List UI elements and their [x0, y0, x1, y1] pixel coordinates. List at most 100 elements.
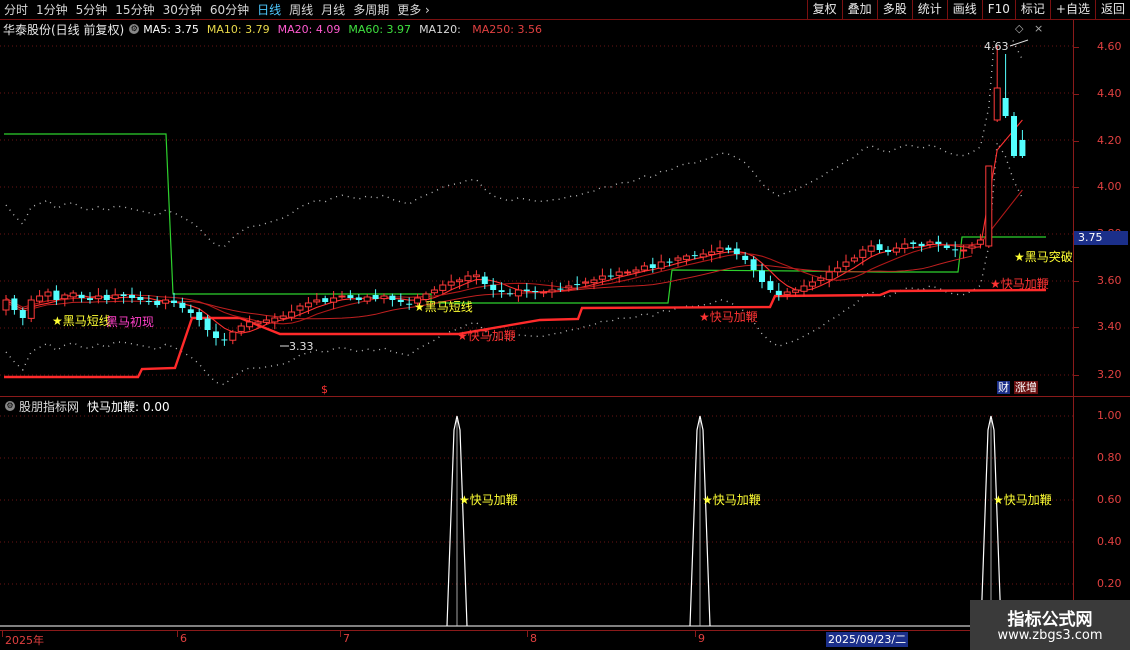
candle-body-down: [389, 295, 396, 300]
candle-body-up: [985, 165, 993, 247]
tool-button-4[interactable]: 画线: [946, 0, 982, 20]
main-chart[interactable]: 4.633.33★黑马短线黑马初现★黑马短线★快马加鞭★快马加鞭★快马加鞭★黑马…: [0, 38, 1073, 396]
period-tab-4[interactable]: 30分钟: [159, 0, 206, 20]
diamond-icon[interactable]: ◇: [1015, 22, 1023, 35]
candle-body-up: [430, 289, 438, 294]
candle-body-down: [347, 295, 354, 298]
signal-heima-short: ★黑马短线: [52, 314, 111, 328]
settings-icon[interactable]: ⚙: [129, 24, 140, 34]
candle-body-up: [632, 269, 640, 273]
candle-body-down: [137, 296, 144, 300]
candle-body-up: [540, 291, 548, 294]
candle-body-down: [481, 276, 488, 284]
candle-body-down: [397, 299, 404, 302]
candle-body-up: [229, 331, 237, 341]
lower-band-dots: [5, 140, 1024, 386]
candle-body-down: [691, 255, 698, 257]
stock-title[interactable]: 华泰股份(日线 前复权): [3, 21, 124, 38]
candle-body-down: [221, 339, 228, 341]
period-tab-8[interactable]: 月线: [317, 0, 349, 20]
period-tab-3[interactable]: 15分钟: [111, 0, 158, 20]
price-label: 3.60: [1097, 274, 1122, 287]
candle-body-down: [322, 298, 329, 302]
candle-body-up: [960, 249, 968, 252]
period-tab-9[interactable]: 多周期: [349, 0, 393, 20]
time-tick: [2, 631, 3, 637]
candle-body-up: [993, 87, 1001, 121]
candle-body-down: [87, 298, 93, 300]
candle-body-up: [859, 249, 867, 258]
price-label: 3.20: [1097, 368, 1122, 381]
candle-body-up: [624, 271, 632, 274]
candle-body-down: [196, 312, 203, 320]
candle-body-up: [246, 321, 254, 328]
price-tick: [1074, 327, 1079, 328]
candle-body-up: [976, 239, 984, 245]
candle-body-down: [750, 259, 757, 270]
candle-body-up: [456, 279, 464, 283]
candle-body-up: [674, 257, 682, 261]
indicator-axis-label: 0.60: [1097, 493, 1122, 506]
finance-badge[interactable]: 财: [997, 381, 1010, 394]
candle-body-up: [69, 292, 77, 298]
candle-body-up: [926, 241, 934, 245]
indicator-value: 快马加鞭: 0.00: [87, 399, 170, 414]
tool-button-7[interactable]: +自选: [1049, 0, 1095, 20]
ma-label-2: MA20: 4.09: [277, 22, 341, 36]
toolbar: 分时 1分钟 5分钟 15分钟 30分钟 60分钟 日线 周线 月线 多周期 更多 › 复权 叠加 多股…: [0, 0, 1130, 20]
candle-body-down: [129, 294, 135, 298]
candle-body-down: [11, 298, 18, 310]
time-tick: [177, 631, 178, 637]
indicator-name[interactable]: 股朋指标网: [19, 398, 79, 415]
tool-button-8[interactable]: 返回: [1094, 0, 1130, 20]
candle-body-down: [406, 303, 413, 305]
candle-body-up: [582, 281, 590, 284]
signal-kuaima: ★快马加鞭: [699, 310, 758, 324]
indicator-chart[interactable]: ★快马加鞭 ★快马加鞭 ★快马加鞭: [0, 414, 1073, 630]
watermark-title: 指标公式网: [1007, 610, 1093, 630]
indicator-settings-icon[interactable]: ⚙: [5, 401, 15, 411]
time-tick: [527, 631, 528, 637]
candle-body-up: [792, 289, 800, 293]
tool-button-1[interactable]: 叠加: [841, 0, 877, 20]
tool-button-6[interactable]: 标记: [1014, 0, 1050, 20]
candle-body-up: [708, 251, 716, 256]
candle-body-up: [682, 255, 690, 260]
tool-button-3[interactable]: 统计: [911, 0, 947, 20]
ma-label-1: MA10: 3.79: [206, 22, 270, 36]
candle-body-up: [548, 289, 556, 293]
close-icon[interactable]: ×: [1034, 22, 1043, 35]
indicator-axis-label: 1.00: [1097, 409, 1122, 422]
candle-body-up: [254, 321, 262, 325]
high-price-label: 4.63: [984, 40, 1009, 53]
candle-body-down: [725, 247, 732, 250]
info-bar: 华泰股份(日线 前复权) ⚙ MA5: 3.75 MA10: 3.79 MA20: …: [0, 20, 550, 38]
candle-body-down: [355, 297, 362, 300]
candle-body-down: [120, 294, 127, 296]
candle-body-down: [1019, 140, 1026, 156]
ma-label-0: MA5: 3.75: [143, 22, 199, 36]
candle-body-up: [867, 245, 875, 252]
period-tab-6[interactable]: 日线: [253, 0, 285, 20]
period-tab-0[interactable]: 分时: [0, 0, 32, 20]
period-tab-5[interactable]: 60分钟: [206, 0, 253, 20]
candle-body-up: [598, 275, 606, 280]
period-tab-10[interactable]: 更多 ›: [393, 0, 434, 20]
tool-button-0[interactable]: 复权: [806, 0, 842, 20]
period-tab-2[interactable]: 5分钟: [72, 0, 112, 20]
period-tab-1[interactable]: 1分钟: [32, 0, 72, 20]
tool-button-5[interactable]: F10: [981, 0, 1015, 20]
tool-button-2[interactable]: 多股: [876, 0, 912, 20]
period-tab-7[interactable]: 周线: [285, 0, 317, 20]
indicator-axis-label: 0.40: [1097, 535, 1122, 548]
price-label: 4.40: [1097, 87, 1122, 100]
candle-body-up: [162, 299, 170, 304]
candle-body-down: [759, 270, 765, 282]
selected-date: 2025/09/23/二: [826, 632, 909, 647]
candle-body-down: [78, 294, 85, 298]
candle-body-down: [767, 281, 774, 290]
time-label: 6: [180, 632, 187, 645]
indicator-axis-label: 0.20: [1097, 577, 1122, 590]
increase-badge[interactable]: 涨增: [1014, 381, 1038, 394]
candle-body-down: [885, 249, 891, 252]
